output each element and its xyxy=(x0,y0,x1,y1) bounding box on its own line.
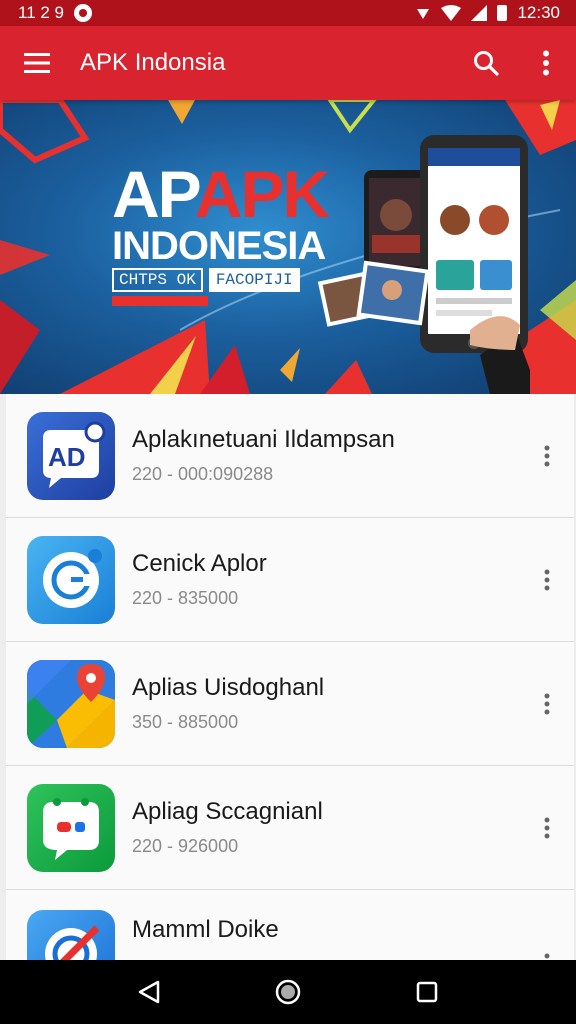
back-button[interactable] xyxy=(119,962,179,1022)
phone-screen: 11 2 9 12:30 APK Indonsia APAPK INDONESI… xyxy=(0,0,576,1024)
search-button[interactable] xyxy=(456,26,516,100)
recents-icon xyxy=(416,981,437,1003)
app-name: Cenick Aplor xyxy=(132,550,267,577)
more-vert-icon xyxy=(544,445,550,466)
search-icon xyxy=(474,51,499,76)
status-left-text: 11 2 9 xyxy=(18,3,65,22)
app-bar: APK Indonsia xyxy=(0,26,576,100)
recents-button[interactable] xyxy=(397,962,457,1022)
banner-tag-left: CHTPS OK xyxy=(112,268,203,292)
maps-pin-icon xyxy=(27,659,115,748)
banner-title-accent: APK xyxy=(194,157,330,231)
app-meta: 220 - 926000 xyxy=(132,836,239,856)
banner-underline xyxy=(112,296,208,306)
back-icon xyxy=(139,980,160,1004)
banner-title: APAPK xyxy=(112,161,330,227)
more-vert-icon xyxy=(544,569,550,590)
status-bar: 11 2 9 12:30 xyxy=(0,0,576,26)
chat-green-icon xyxy=(27,783,115,872)
app-meta: 350 - 885000 xyxy=(132,712,239,732)
more-vert-icon xyxy=(543,50,549,76)
signal-icon xyxy=(471,5,488,21)
list-item[interactable]: Aplias Uisdoghanl 350 - 885000 xyxy=(6,642,574,766)
app-meta: 220 - 835000 xyxy=(132,588,239,608)
app-name: Aplias Uisdoghanl xyxy=(132,674,325,701)
item-more-button[interactable] xyxy=(532,436,562,476)
app-list: AD Aplakınetuani Ildampsan 220 - 000:090… xyxy=(6,394,574,1014)
banner-tags: CHTPS OK FACOPIJI xyxy=(112,268,300,292)
overflow-menu-button[interactable] xyxy=(516,26,576,100)
item-more-button[interactable] xyxy=(532,684,562,724)
item-more-button[interactable] xyxy=(532,560,562,600)
list-item[interactable]: Cenick Aplor 220 - 835000 xyxy=(6,518,574,642)
notification-icon xyxy=(74,4,93,22)
app-name: Aplakınetuani Ildampsan xyxy=(132,426,395,453)
status-time: 12:30 xyxy=(517,3,560,22)
more-vert-icon xyxy=(544,693,550,714)
app-name: Mamml Doike xyxy=(132,916,279,943)
banner-tag-right: FACOPIJI xyxy=(208,268,300,292)
chat-ad-icon-text: AD xyxy=(48,442,86,472)
list-item[interactable]: AD Aplakınetuani Ildampsan 220 - 000:090… xyxy=(6,394,574,518)
sync-circle-icon xyxy=(27,535,115,624)
banner-title-part1: AP xyxy=(112,157,197,231)
app-meta: 220 - 000:090288 xyxy=(132,464,274,484)
app-name: Apliag Sccagnianl xyxy=(132,798,323,825)
item-more-button[interactable] xyxy=(532,808,562,848)
system-nav-bar xyxy=(0,960,576,1024)
promo-banner[interactable]: APAPK INDONESIA CHTPS OK FACOPIJI xyxy=(0,100,576,394)
menu-icon xyxy=(24,53,50,73)
app-title: APK Indonsia xyxy=(80,49,226,76)
wifi-icon xyxy=(441,5,462,21)
home-icon xyxy=(275,979,301,1005)
battery-icon xyxy=(497,5,508,21)
menu-button[interactable] xyxy=(0,26,74,100)
more-vert-icon xyxy=(544,817,550,838)
home-button[interactable] xyxy=(258,962,318,1022)
list-item[interactable]: Apliag Sccagnianl 220 - 926000 xyxy=(6,766,574,890)
banner-subtitle: INDONESIA xyxy=(112,224,326,268)
chat-ad-icon: AD xyxy=(27,411,115,500)
location-icon xyxy=(417,9,430,19)
